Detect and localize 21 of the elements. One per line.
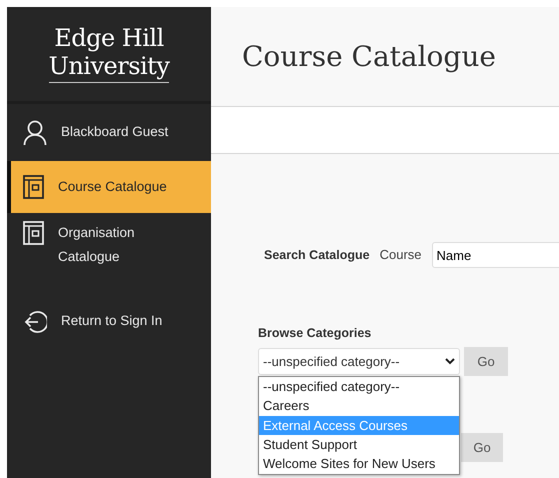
go-button[interactable]: Go <box>461 432 503 462</box>
sidebar-item[interactable]: Organisation Catalogue <box>7 213 211 281</box>
course-label: Course <box>380 246 422 264</box>
sidebar-item[interactable]: Course Catalogue <box>7 161 211 213</box>
sidebar-item[interactable]: Return to Sign In <box>7 293 211 350</box>
go-button[interactable]: Go <box>464 346 508 376</box>
sidebar-item[interactable]: Blackboard Guest <box>7 104 211 161</box>
book-icon <box>23 175 44 199</box>
book-icon <box>23 221 44 245</box>
browse-categories-label: Browse Categories <box>258 325 372 342</box>
category-select[interactable]: --unspecified category-- <box>258 348 460 375</box>
dropdown-option[interactable]: --unspecified category-- <box>259 376 459 396</box>
dropdown-option[interactable]: Welcome Sites for New Users <box>259 454 459 474</box>
search-field[interactable]: Name <box>432 242 559 268</box>
dropdown-option[interactable]: Student Support <box>259 434 459 454</box>
sign-out-icon <box>23 310 47 334</box>
page-title: Course Catalogue <box>242 40 496 74</box>
dropdown-option[interactable]: Careers <box>259 396 459 416</box>
chevron-icon <box>445 358 455 365</box>
user-icon <box>23 120 47 146</box>
search-catalogue-label: Search Catalogue <box>264 246 370 264</box>
